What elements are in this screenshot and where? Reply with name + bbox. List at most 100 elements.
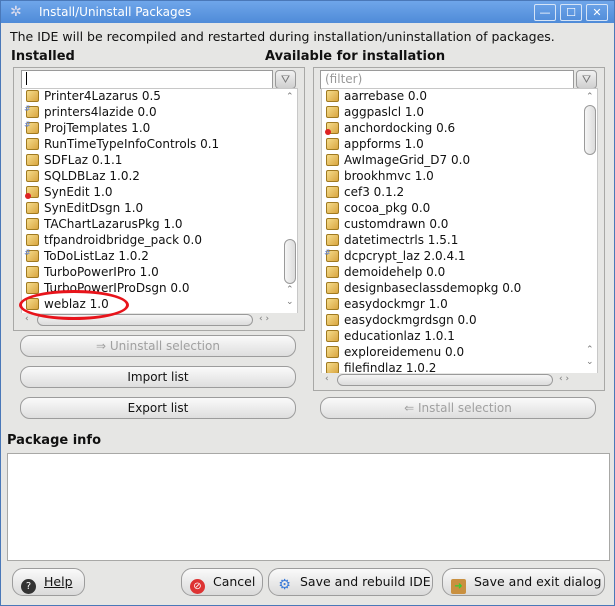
package-icon bbox=[26, 234, 39, 246]
list-item[interactable]: easydockmgr 1.0 bbox=[326, 296, 448, 312]
list-item[interactable]: SQLDBLaz 1.0.2 bbox=[26, 168, 140, 184]
list-item[interactable]: aarrebase 0.0 bbox=[326, 89, 427, 104]
cancel-button[interactable]: ⊘ Cancel bbox=[181, 568, 263, 596]
available-clear-filter-button[interactable]: ⛛ bbox=[576, 70, 597, 89]
package-icon bbox=[326, 106, 339, 118]
install-selection-button[interactable]: ⇐ Install selection bbox=[320, 397, 596, 419]
list-item[interactable]: dcpcrypt_laz 2.0.4.1 bbox=[324, 245, 466, 264]
list-item[interactable]: printers4lazide 0.0 bbox=[24, 101, 157, 120]
list-item-label: brookhmvc 1.0 bbox=[344, 169, 434, 183]
list-item[interactable]: TurboPowerIPro 1.0 bbox=[26, 264, 159, 280]
list-item[interactable]: brookhmvc 1.0 bbox=[326, 168, 434, 184]
list-item-label: SynEdit 1.0 bbox=[44, 185, 113, 199]
available-vscrollbar[interactable]: ⌃ ⌃ ⌄ bbox=[583, 89, 597, 373]
list-item[interactable]: exploreidemenu 0.0 bbox=[326, 344, 464, 360]
list-item[interactable]: Printer4Lazarus 0.5 bbox=[26, 89, 161, 104]
list-item[interactable]: educationlaz 1.0.1 bbox=[326, 328, 455, 344]
close-button[interactable]: ✕ bbox=[586, 4, 608, 21]
package-icon bbox=[326, 154, 339, 166]
installed-filter-input[interactable] bbox=[21, 70, 273, 89]
package-icon bbox=[326, 90, 339, 102]
list-item[interactable]: SynEditDsgn 1.0 bbox=[26, 200, 143, 216]
list-item[interactable]: datetimectrls 1.5.1 bbox=[326, 232, 458, 248]
list-item[interactable]: easydockmgrdsgn 0.0 bbox=[326, 312, 477, 328]
highlight-ellipse bbox=[19, 290, 129, 320]
installed-list[interactable]: weblaz 1.0 TurboPowerIProDsgn 0.0 TurboPow… bbox=[21, 88, 298, 314]
help-button[interactable]: ? Help bbox=[12, 568, 85, 596]
install-packages-dialog: ✲ Install/Uninstall Packages — ☐ ✕ The I… bbox=[0, 0, 615, 606]
list-item-label: exploreidemenu 0.0 bbox=[344, 345, 465, 359]
list-item-label: designbaseclassdemopkg 0.0 bbox=[344, 281, 522, 295]
package-info-header: Package info bbox=[7, 433, 102, 448]
package-design-icon bbox=[24, 245, 39, 262]
available-list[interactable]: filefindlaz 1.0.2 exploreidemenu 0.0 educa… bbox=[321, 88, 598, 374]
cancel-icon: ⊘ bbox=[190, 579, 205, 594]
package-icon bbox=[26, 90, 39, 102]
package-icon bbox=[326, 234, 339, 246]
list-item[interactable]: cocoa_pkg 0.0 bbox=[326, 200, 430, 216]
title-bar: ✲ Install/Uninstall Packages — ☐ ✕ bbox=[1, 1, 614, 23]
list-item[interactable]: ToDoListLaz 1.0.2 bbox=[24, 245, 149, 264]
save-exit-label: Save and exit dialog bbox=[474, 574, 602, 589]
package-icon bbox=[326, 314, 339, 326]
list-item[interactable]: TAChartLazarusPkg 1.0 bbox=[26, 216, 183, 232]
installed-vscrollbar[interactable]: ⌃ ⌃ ⌄ bbox=[283, 89, 297, 313]
list-item[interactable]: designbaseclassdemopkg 0.0 bbox=[326, 280, 521, 296]
window-title: Install/Uninstall Packages bbox=[39, 5, 192, 19]
cancel-label: Cancel bbox=[213, 574, 256, 589]
list-item[interactable]: SDFLaz 0.1.1 bbox=[26, 152, 122, 168]
package-icon bbox=[26, 282, 39, 294]
list-item[interactable]: SynEdit 1.0 bbox=[25, 184, 113, 200]
list-item[interactable]: aggpaslcl 1.0 bbox=[326, 104, 424, 120]
filter-icon: ⛛ bbox=[581, 73, 592, 86]
import-list-button[interactable]: Import list bbox=[20, 366, 296, 388]
save-rebuild-button[interactable]: ⚙ Save and rebuild IDE bbox=[268, 568, 433, 596]
list-item-label: TurboPowerIPro 1.0 bbox=[44, 265, 159, 279]
list-item[interactable]: RunTimeTypeInfoControls 0.1 bbox=[26, 136, 219, 152]
scroll-thumb[interactable] bbox=[284, 239, 296, 284]
package-icon bbox=[326, 218, 339, 230]
list-item[interactable]: demoidehelp 0.0 bbox=[326, 264, 445, 280]
list-item[interactable]: cef3 0.1.2 bbox=[326, 184, 404, 200]
exit-door-icon: ➜ bbox=[451, 579, 466, 594]
list-item-label: easydockmgrdsgn 0.0 bbox=[344, 313, 477, 327]
list-item-label: customdrawn 0.0 bbox=[344, 217, 449, 231]
list-item-label: AwImageGrid_D7 0.0 bbox=[344, 153, 471, 167]
package-icon bbox=[26, 170, 39, 182]
list-item-label: aarrebase 0.0 bbox=[344, 89, 427, 103]
help-label: Help bbox=[44, 574, 73, 589]
package-icon bbox=[326, 170, 339, 182]
package-icon bbox=[326, 298, 339, 310]
app-icon: ✲ bbox=[10, 4, 22, 20]
package-icon bbox=[326, 282, 339, 294]
maximize-button[interactable]: ☐ bbox=[560, 4, 582, 21]
scroll-thumb[interactable] bbox=[584, 105, 596, 155]
package-icon bbox=[326, 202, 339, 214]
list-item[interactable]: appforms 1.0 bbox=[326, 136, 424, 152]
package-info-box[interactable] bbox=[7, 453, 610, 561]
available-hscrollbar[interactable]: ‹ ‹ › bbox=[321, 373, 598, 387]
list-item-label: datetimectrls 1.5.1 bbox=[344, 233, 459, 247]
available-header: Available for installation bbox=[265, 49, 446, 64]
list-item-label: dcpcrypt_laz 2.0.4.1 bbox=[344, 249, 466, 263]
package-error-icon bbox=[25, 186, 39, 199]
uninstall-selection-button[interactable]: ⇒ Uninstall selection bbox=[20, 335, 296, 357]
installed-clear-filter-button[interactable]: ⛛ bbox=[275, 70, 296, 89]
list-item-label: appforms 1.0 bbox=[344, 137, 424, 151]
minimize-button[interactable]: — bbox=[534, 4, 556, 21]
save-exit-button[interactable]: ➜ Save and exit dialog bbox=[442, 568, 605, 596]
list-item-label: SDFLaz 0.1.1 bbox=[44, 153, 123, 167]
package-icon bbox=[326, 138, 339, 150]
list-item[interactable]: ProjTemplates 1.0 bbox=[24, 117, 150, 136]
available-filter-input[interactable]: (filter) bbox=[320, 70, 574, 89]
list-item[interactable]: filefindlaz 1.0.2 bbox=[326, 360, 436, 373]
installed-header: Installed bbox=[11, 49, 75, 64]
list-item[interactable]: anchordocking 0.6 bbox=[325, 120, 455, 136]
package-icon bbox=[26, 202, 39, 214]
list-item-label: ToDoListLaz 1.0.2 bbox=[44, 249, 149, 263]
list-item[interactable]: customdrawn 0.0 bbox=[326, 216, 448, 232]
list-item[interactable]: tfpandroidbridge_pack 0.0 bbox=[26, 232, 202, 248]
export-list-button[interactable]: Export list bbox=[20, 397, 296, 419]
package-design-icon bbox=[24, 117, 39, 134]
list-item[interactable]: AwImageGrid_D7 0.0 bbox=[326, 152, 470, 168]
